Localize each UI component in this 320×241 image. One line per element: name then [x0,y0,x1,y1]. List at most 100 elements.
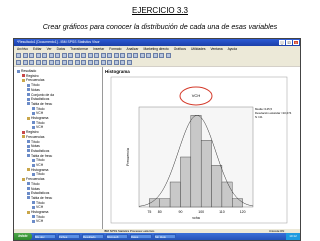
histogram-bar[interactable] [159,198,171,208]
outline-item[interactable]: Título [32,107,44,111]
toolbar-button-icon[interactable] [68,53,73,58]
toolbar-button-icon[interactable] [74,53,80,58]
x-tick-label: 120 [240,210,246,214]
toolbar-button-icon[interactable] [29,60,34,65]
toolbar-button-icon[interactable] [139,53,145,58]
outline-item[interactable]: Registro [22,74,39,78]
histogram-bar[interactable] [211,165,223,208]
histogram-bar[interactable] [169,181,181,208]
toolbar-button-icon[interactable] [87,60,93,65]
outline-item[interactable]: VCH [32,163,43,167]
toolbar-button-icon[interactable] [16,53,21,58]
outline-item[interactable]: Notas [27,187,40,191]
toolbar-button-icon[interactable] [42,60,47,65]
outline-item[interactable]: Frecuencias [22,135,44,139]
outline-item[interactable]: Resultado [17,69,36,73]
toolbar-button-icon[interactable] [35,53,41,58]
toolbar-button-icon[interactable] [133,53,138,58]
outline-item[interactable]: Tabla de frecu [27,102,52,106]
toolbar-button-icon[interactable] [113,60,119,65]
taskbar-item[interactable]: Sin título [154,234,176,239]
outline-item[interactable]: Título [27,83,39,87]
toolbar-button-icon[interactable] [100,60,106,65]
toolbar-button-icon[interactable] [94,60,99,65]
toolbar-button-icon[interactable] [81,60,86,65]
toolbar-button-icon[interactable] [61,53,67,58]
outline-item[interactable]: Estadísticos [27,97,49,101]
window-titlebar[interactable]: *Resultado1 [Documento1] - IBM SPSS Stat… [14,39,300,46]
histogram-bar[interactable] [180,156,192,208]
toolbar-button-icon[interactable] [120,53,125,58]
outline-item[interactable]: Título [32,121,44,125]
outline-item[interactable]: Título [27,140,39,144]
outline-item[interactable]: Registro [22,130,39,134]
outline-item[interactable]: Histograma [27,116,48,120]
toolbar-button-icon[interactable] [120,60,125,65]
outline-item[interactable]: Tabla de frecu [27,196,52,200]
outline-item[interactable]: Frecuencias [22,177,44,181]
outline-item[interactable]: VCH [32,219,43,223]
toolbar-button-icon[interactable] [68,60,73,65]
maximize-button[interactable]: □ [286,40,292,45]
toolbar-button-icon[interactable] [29,53,34,58]
toolbar-button-icon[interactable] [22,60,28,65]
taskbar-item[interactable]: Fiches [58,234,80,239]
toolbar-button-icon[interactable] [126,60,132,65]
title-icon [32,172,35,176]
toolbar-button-icon[interactable] [113,53,119,58]
outline-item[interactable]: Título [32,215,44,219]
outline-item[interactable]: VCH [32,111,43,115]
start-button[interactable]: Inicio [14,233,32,240]
outline-item[interactable]: Frecuencias [22,78,44,82]
toolbar-button-icon[interactable] [107,60,112,65]
toolbar-button-icon[interactable] [35,60,41,65]
toolbar-button-icon[interactable] [126,53,132,58]
outline-item[interactable]: Título [32,201,44,205]
toolbar-button-icon[interactable] [55,53,60,58]
toolbar-button-icon[interactable] [94,53,99,58]
outline-item[interactable]: Estadísticos [27,149,49,153]
histogram-chart[interactable]: 75 80 90 100 110 120vchaFrecuenciaVCHMedia =1… [103,67,300,227]
toolbar-button-icon[interactable] [81,53,86,58]
outline-item[interactable]: Título [27,182,39,186]
outline-item[interactable]: Tabla de frecu [27,154,52,158]
minimize-button[interactable]: _ [279,40,285,45]
histogram-bar[interactable] [221,181,233,208]
outline-item[interactable]: Notas [27,144,40,148]
toolbar-button-icon[interactable] [100,53,106,58]
outline-item[interactable]: Título [32,172,44,176]
toolbar-button-icon[interactable] [152,53,158,58]
outline-item[interactable]: Título [32,158,44,162]
taskbar-item[interactable]: Microsoft [106,234,128,239]
outline-item[interactable]: Histograma [27,210,48,214]
outline-item[interactable]: VCH [32,205,43,209]
outline-item[interactable]: Estadísticos [27,191,49,195]
outline-item[interactable]: Notas [27,88,40,92]
toolbar-button-icon[interactable] [48,53,54,58]
toolbar-button-icon[interactable] [61,60,67,65]
toolbar-button-icon[interactable] [42,53,47,58]
toolbar-button-icon[interactable] [165,53,171,58]
taskbar-item[interactable]: Resultado [82,234,104,239]
toolbar-button-icon[interactable] [146,53,151,58]
outline-item[interactable]: Histograma [27,168,48,172]
toolbar-button-icon[interactable] [107,53,112,58]
toolbar-button-icon[interactable] [16,60,21,65]
taskbar-item[interactable]: Datos [130,234,152,239]
histogram-bar[interactable] [200,140,212,208]
outline-item[interactable]: Conjunto de da [27,93,54,97]
taskbar-item[interactable]: Mis doc [34,234,56,239]
outline-pane[interactable]: Resultado Registro Frecuencias Título Notas C… [14,67,103,229]
close-button[interactable]: × [293,40,299,45]
toolbar-button-icon[interactable] [74,60,80,65]
toolbar-button-icon[interactable] [87,53,93,58]
toolbar-button-icon[interactable] [55,60,60,65]
toolbar-button-icon[interactable] [22,53,28,58]
outline-item[interactable]: VCH [32,125,43,129]
outline-item-label: Título [36,214,45,219]
output-pane[interactable]: Histograma 75 80 90 100 110 120 vcha Frecuencia… [103,67,300,229]
histogram-bar[interactable] [190,115,202,208]
histogram-bar[interactable] [232,198,243,208]
toolbar-button-icon[interactable] [48,60,54,65]
toolbar-button-icon[interactable] [159,53,164,58]
